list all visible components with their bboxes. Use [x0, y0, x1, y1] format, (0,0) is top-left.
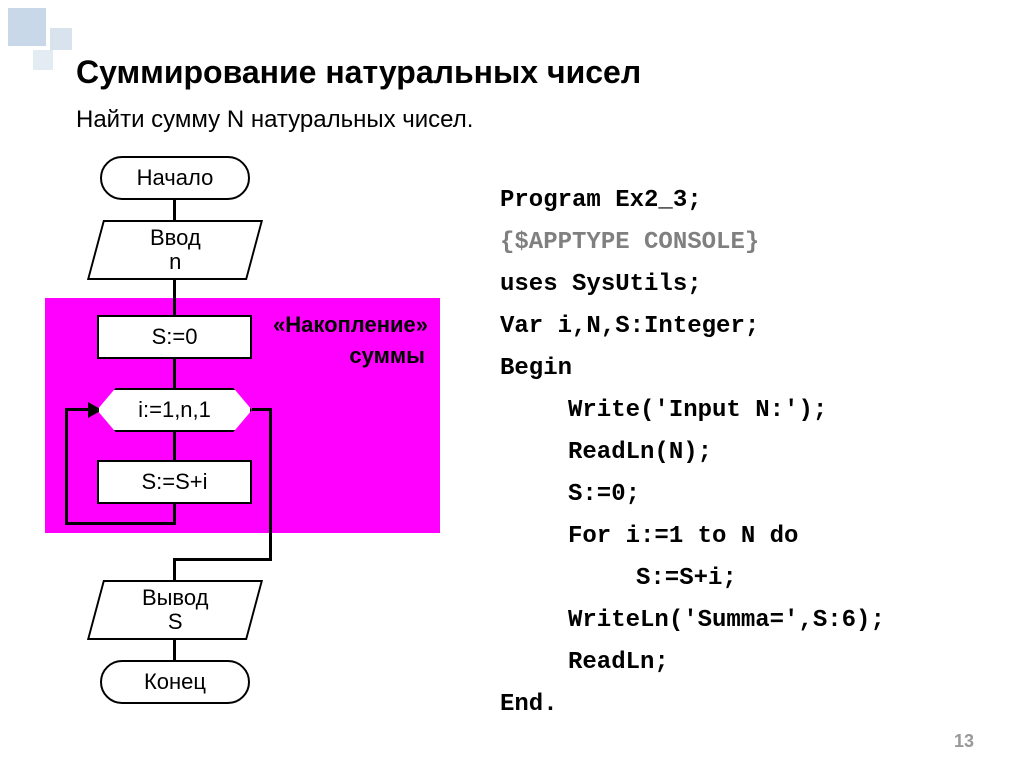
code-line: Program Ex2_3;	[500, 180, 885, 222]
connector	[173, 558, 272, 561]
code-line: {$APPTYPE CONSOLE}	[500, 222, 885, 264]
code-line: ReadLn;	[500, 642, 885, 684]
code-line: Var i,N,S:Integer;	[500, 306, 885, 348]
annotation-label: «Накопление» суммы	[273, 310, 428, 372]
flowchart-body: S:=S+i	[97, 460, 252, 504]
connector	[173, 359, 176, 388]
code-line: S:=S+i;	[500, 558, 885, 600]
code-line: ReadLn(N);	[500, 432, 885, 474]
code-line: Write('Input N:');	[500, 390, 885, 432]
flowchart: «Накопление» суммы Начало Ввод n S:=0 i:…	[45, 150, 445, 710]
connector	[173, 200, 176, 220]
flowchart-input: Ввод n	[87, 220, 263, 280]
connector	[173, 504, 176, 524]
connector	[173, 558, 176, 580]
connector	[173, 640, 176, 660]
code-line: For i:=1 to N do	[500, 516, 885, 558]
connector	[269, 408, 272, 560]
connector	[173, 432, 176, 460]
flowchart-start: Начало	[100, 156, 250, 200]
code-line: uses SysUtils;	[500, 264, 885, 306]
code-line: Begin	[500, 348, 885, 390]
slide-title: Суммирование натуральных чисел	[76, 54, 641, 91]
code-line: End.	[500, 684, 885, 726]
page-number: 13	[954, 731, 974, 752]
connector	[65, 522, 176, 525]
code-block: Program Ex2_3; {$APPTYPE CONSOLE} uses S…	[500, 180, 885, 726]
flowchart-end: Конец	[100, 660, 250, 704]
code-line: WriteLn('Summa=',S:6);	[500, 600, 885, 642]
connector	[65, 408, 68, 525]
flowchart-output: Вывод S	[87, 580, 263, 640]
code-line: S:=0;	[500, 474, 885, 516]
deco-square-2	[50, 28, 72, 50]
flowchart-loop: i:=1,n,1	[97, 388, 252, 432]
deco-square-3	[33, 50, 53, 70]
flowchart-init: S:=0	[97, 315, 252, 359]
deco-square-1	[8, 8, 46, 46]
connector	[173, 280, 176, 315]
slide-subtitle: Найти сумму N натуральных чисел.	[76, 106, 473, 134]
